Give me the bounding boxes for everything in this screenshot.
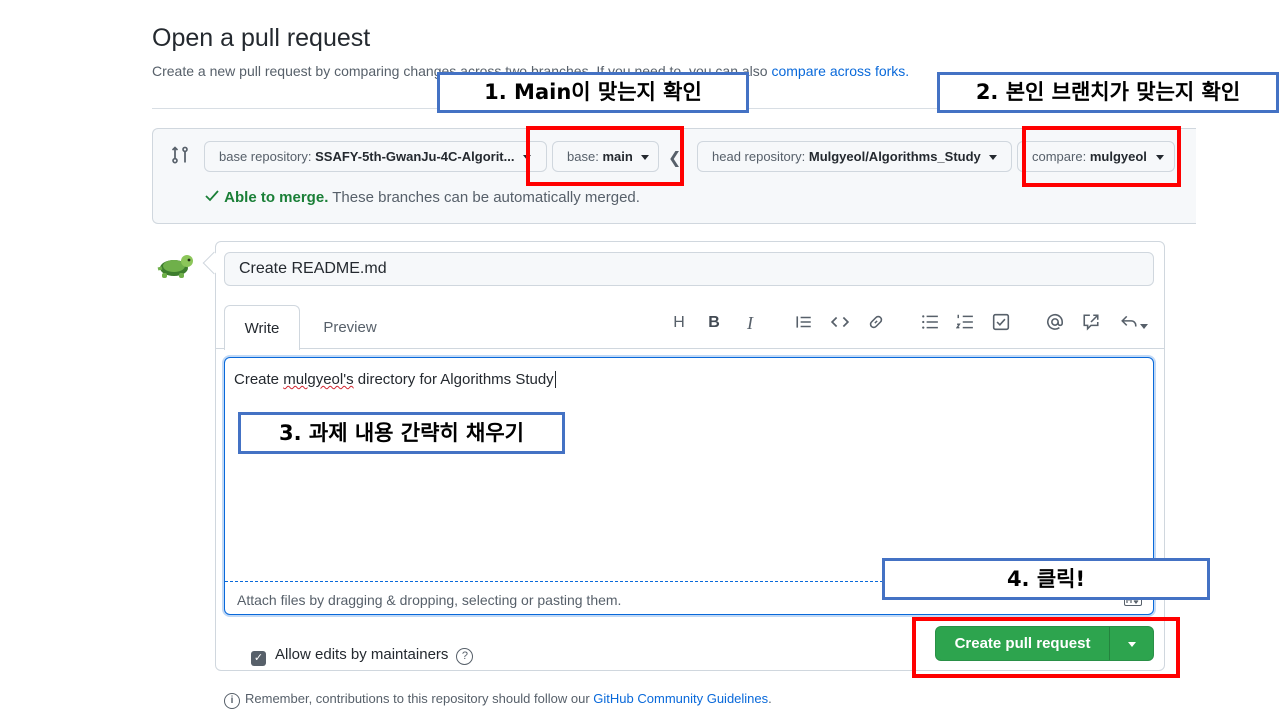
contribution-note-suffix: . (768, 691, 772, 706)
community-guidelines-link[interactable]: GitHub Community Guidelines (593, 691, 768, 706)
annotation-step-2: 2. 본인 브랜치가 맞는지 확인 (937, 72, 1279, 113)
code-icon (830, 316, 850, 328)
annotation-step-4: 4. 클릭! (882, 558, 1210, 600)
quote-icon (796, 316, 811, 328)
pr-body-prefix: Create (234, 371, 284, 388)
merge-status-label: Able to merge. (224, 189, 329, 206)
link-button[interactable] (865, 313, 887, 333)
text-cursor (554, 371, 556, 388)
task-list-icon (992, 313, 1010, 331)
annotation-highlight-compare-branch (1022, 126, 1181, 187)
annotation-step-3: 3. 과제 내용 간략히 채우기 (238, 412, 565, 454)
saved-replies-button[interactable] (1116, 313, 1152, 333)
pr-title-input[interactable]: Create README.md (224, 252, 1154, 286)
ordered-list-icon (955, 314, 973, 329)
annotation-highlight-base-branch (526, 126, 684, 186)
turtle-avatar (157, 255, 193, 278)
compare-across-forks-link[interactable]: compare across forks. (771, 63, 909, 79)
info-icon: i (224, 693, 240, 709)
base-repository-value: SSAFY-5th-GwanJu-4C-Algorit... (315, 149, 515, 164)
tab-preview[interactable]: Preview (306, 305, 394, 350)
italic-button[interactable]: I (739, 313, 761, 333)
head-repository-label: head repository: (712, 149, 806, 164)
git-compare-icon (171, 146, 188, 164)
link-icon (869, 315, 883, 329)
head-repository-value: Mulgyeol/Algorithms_Study (808, 149, 981, 164)
chevron-down-icon (1140, 324, 1148, 330)
base-repository-select[interactable]: base repository: SSAFY-5th-GwanJu-4C-Alg… (204, 141, 547, 172)
heading-button[interactable]: H (668, 313, 690, 333)
pr-body-misspelled-word: mulgyeol's (283, 371, 354, 388)
bold-button[interactable]: B (703, 313, 725, 333)
cross-reference-button[interactable] (1080, 313, 1102, 333)
base-repository-label: base repository: (219, 149, 312, 164)
merge-status-detail: These branches can be automatically merg… (332, 189, 640, 206)
allow-edits-row: ✓ Allow edits by maintainers? (251, 646, 474, 666)
check-icon (205, 190, 219, 202)
code-button[interactable] (829, 313, 851, 333)
tab-write[interactable]: Write (224, 305, 300, 350)
allow-edits-checkbox[interactable]: ✓ (251, 651, 266, 666)
chevron-down-icon (989, 155, 998, 161)
pr-body-suffix: directory for Algorithms Study (353, 371, 554, 388)
quote-button[interactable] (793, 313, 815, 333)
annotation-highlight-create-button (912, 617, 1180, 678)
merge-status: Able to merge. These branches can be aut… (204, 189, 640, 206)
mention-button[interactable] (1044, 313, 1066, 333)
contribution-note-text: Remember, contributions to this reposito… (245, 691, 590, 706)
question-icon[interactable]: ? (456, 648, 474, 665)
ordered-list-button[interactable] (954, 313, 976, 333)
annotation-step-1: 1. Main이 맞는지 확인 (437, 72, 749, 113)
allow-edits-label: Allow edits by maintainers (275, 646, 449, 663)
head-repository-select[interactable]: head repository: Mulgyeol/Algorithms_Stu… (697, 141, 1012, 172)
reply-icon (1121, 315, 1137, 327)
pr-body-text: Create mulgyeol's directory for Algorith… (234, 371, 556, 388)
mention-icon (1047, 313, 1063, 330)
cross-reference-icon (1083, 314, 1099, 331)
task-list-button[interactable] (990, 313, 1012, 333)
attach-files-hint[interactable]: Attach files by dragging & dropping, sel… (237, 592, 621, 608)
contribution-note: i Remember, contributions to this reposit… (224, 691, 772, 709)
unordered-list-icon (922, 315, 938, 329)
unordered-list-button[interactable] (919, 313, 941, 333)
page-title: Open a pull request (152, 24, 371, 52)
